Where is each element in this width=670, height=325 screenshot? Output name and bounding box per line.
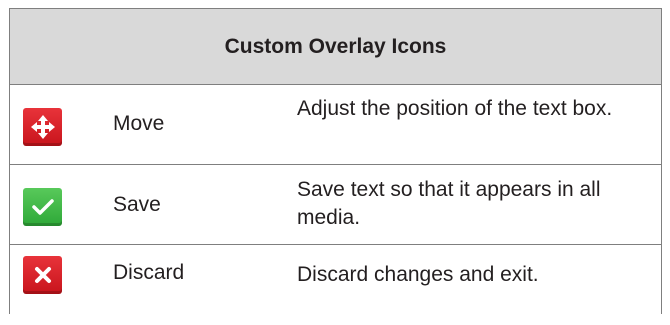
icon-name: Discard <box>113 261 185 284</box>
icon-description: Discard changes and exit. <box>297 263 539 286</box>
move-icon <box>23 108 62 146</box>
icon-name: Save <box>113 193 161 216</box>
overlay-icons-table: Custom Overlay Icons Move Adjust the pos… <box>9 8 662 314</box>
table-row: Save Save text so that it appears in all… <box>10 165 661 245</box>
icon-description: Save text so that it appears in all medi… <box>297 178 601 229</box>
icon-description: Adjust the position of the text box. <box>297 97 613 120</box>
table-header: Custom Overlay Icons <box>10 9 661 85</box>
table-row: Discard Discard changes and exit. <box>10 245 661 325</box>
table-title: Custom Overlay Icons <box>224 34 447 58</box>
close-icon <box>23 256 62 294</box>
table-row: Move Adjust the position of the text box… <box>10 85 661 165</box>
checkmark-icon <box>23 188 62 226</box>
icon-name: Move <box>113 112 165 135</box>
